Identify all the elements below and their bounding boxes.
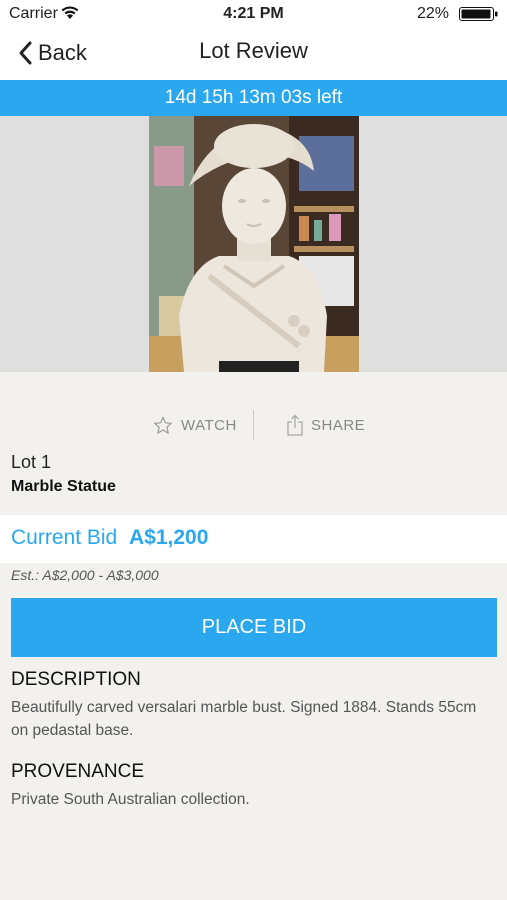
watch-label: WATCH [181,416,237,434]
battery-icon [459,7,499,21]
current-bid-label: Current Bid [11,526,118,549]
page-title: Lot Review [199,38,308,63]
watch-button[interactable]: WATCH [153,412,237,438]
lot-number: Lot 1 [11,452,52,472]
share-button[interactable]: SHARE [287,412,365,438]
star-icon [153,416,173,435]
place-bid-button[interactable]: PLACE BID [11,598,497,657]
lot-name: Marble Statue [11,478,116,495]
share-label: SHARE [311,416,366,434]
status-bar: Carrier 4:21 PM 22% [0,0,507,28]
action-divider [253,410,254,440]
lot-actions: WATCH SHARE [0,408,507,442]
countdown-banner: 14d 15h 13m 03s left [0,80,507,116]
current-bid-amount: A$1,200 [129,526,209,549]
share-icon [287,414,303,436]
lot-image-area [0,116,507,372]
provenance-heading: PROVENANCE [11,761,145,782]
battery-percent: 22% [416,5,449,22]
navigation-bar: Back Lot Review [0,28,507,80]
provenance-text: Private South Australian collection. [11,791,250,808]
current-bid-row: Current Bid A$1,200 [0,515,507,563]
price-estimate: Est.: A$2,000 - A$3,000 [11,567,159,583]
description-heading: DESCRIPTION [11,669,141,690]
lot-photo[interactable] [149,116,359,372]
description-text: Beautifully carved versalari marble bust… [11,699,477,739]
